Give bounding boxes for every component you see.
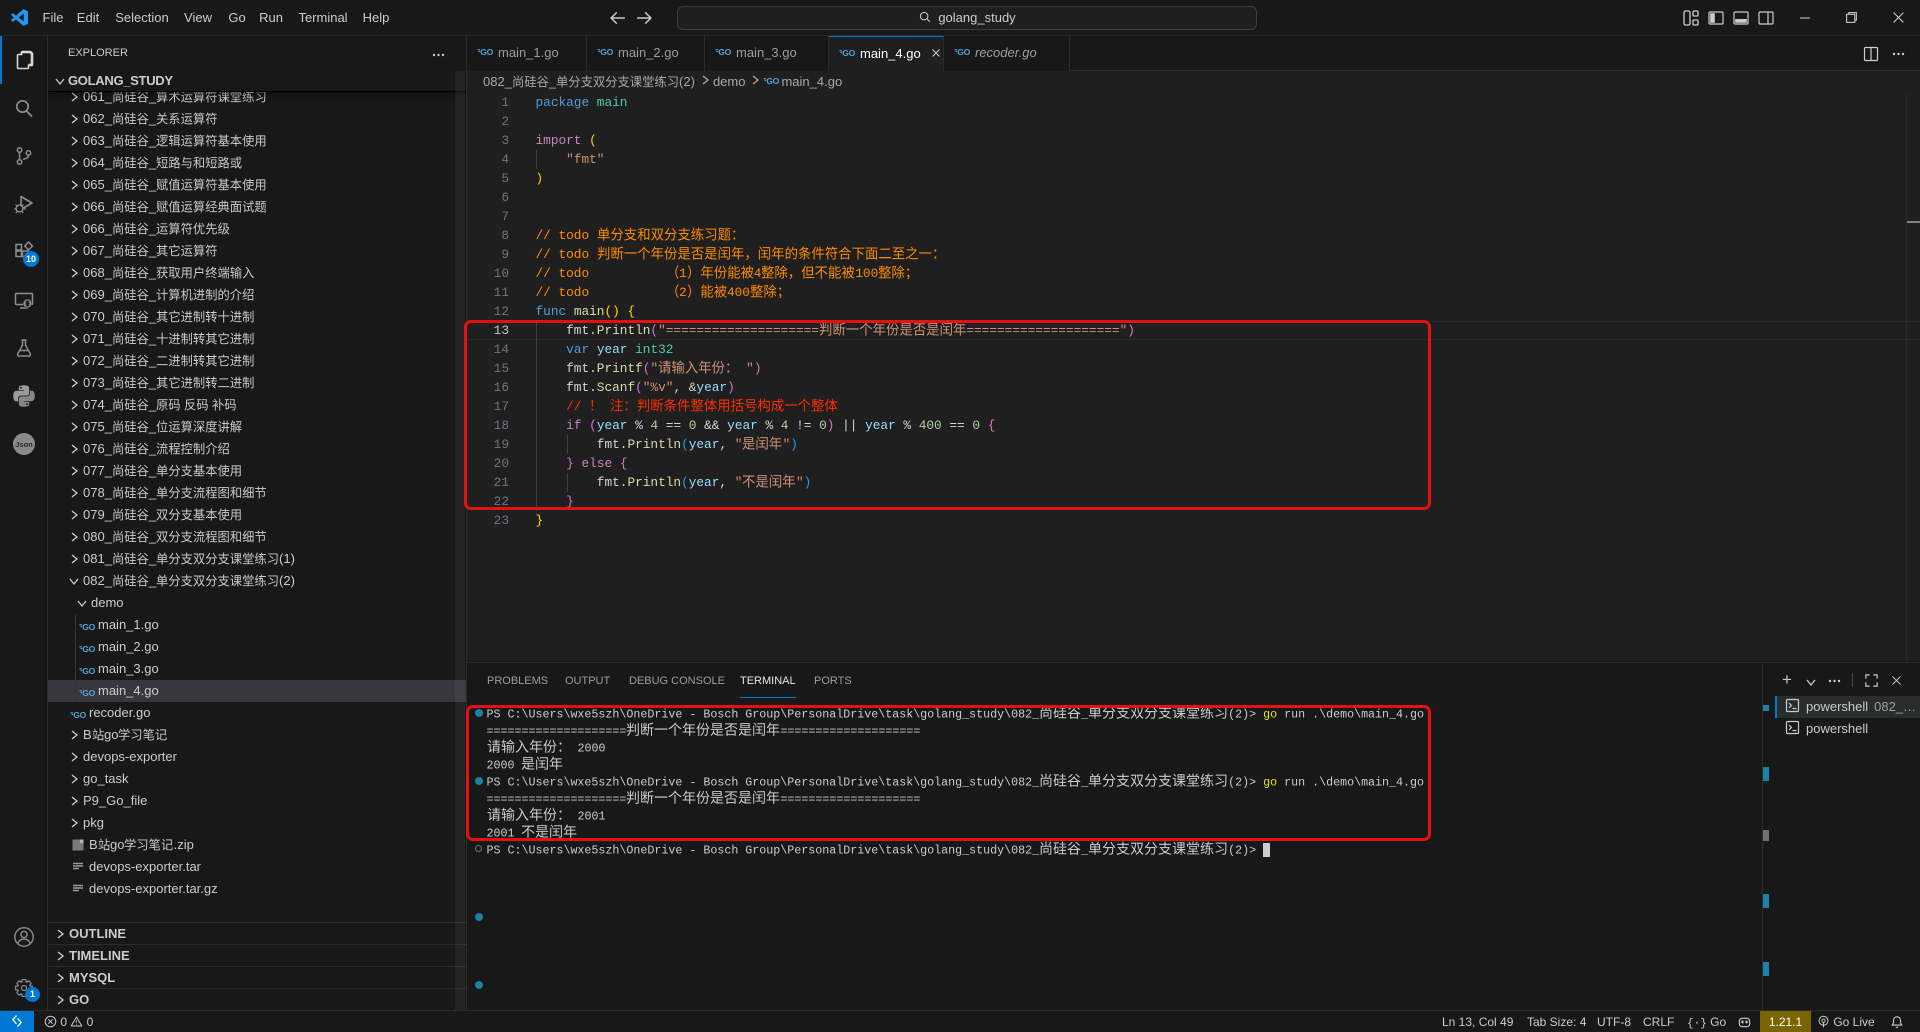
svg-text:GO: GO xyxy=(957,47,970,57)
svg-text:Json: Json xyxy=(15,440,33,449)
svg-text:GO: GO xyxy=(718,47,731,57)
svg-text:GO: GO xyxy=(73,710,86,720)
svg-text:GO: GO xyxy=(82,644,95,654)
svg-text:GO: GO xyxy=(767,76,780,86)
svg-text:GO: GO xyxy=(82,666,95,676)
svg-text:GO: GO xyxy=(82,622,95,632)
svg-text:GO: GO xyxy=(82,688,95,698)
svg-text:GO: GO xyxy=(600,47,613,57)
svg-text:GO: GO xyxy=(480,47,493,57)
svg-text:GO: GO xyxy=(842,48,855,58)
